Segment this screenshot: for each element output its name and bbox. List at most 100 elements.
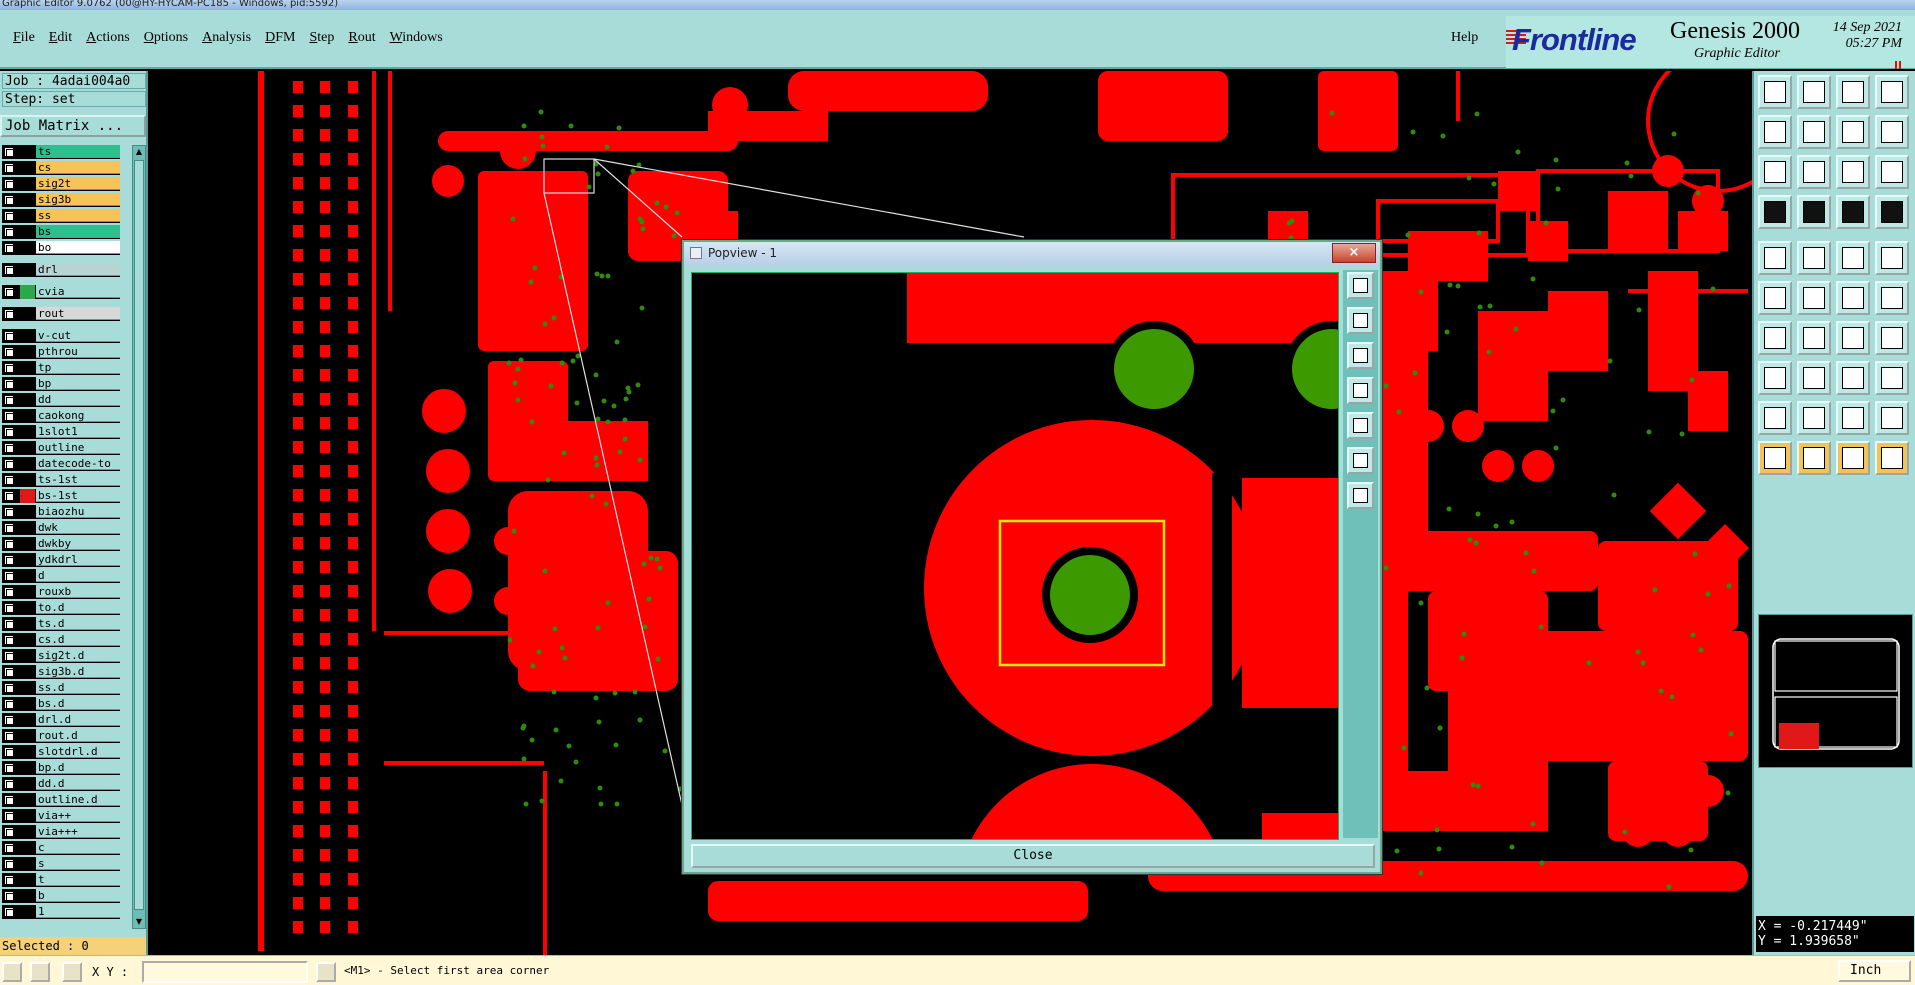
layer-row[interactable]: t bbox=[2, 873, 120, 887]
layer-checkbox[interactable] bbox=[4, 163, 14, 173]
layer-checkbox[interactable] bbox=[4, 731, 14, 741]
popview-right-icon[interactable] bbox=[1347, 412, 1374, 439]
layer-name[interactable]: outline.d bbox=[36, 793, 120, 806]
layer-row[interactable]: ydkdrl bbox=[2, 553, 120, 567]
comp-tool-icon[interactable] bbox=[1875, 361, 1909, 395]
layer-row[interactable]: rouxb bbox=[2, 585, 120, 599]
layer-row[interactable]: pthrou bbox=[2, 345, 120, 359]
layer-row[interactable]: outline bbox=[2, 441, 120, 455]
alert-icon[interactable] bbox=[316, 962, 336, 982]
layer-row[interactable]: sig3b bbox=[2, 193, 120, 207]
layer-checkbox[interactable] bbox=[4, 265, 14, 275]
layer-checkbox[interactable] bbox=[4, 811, 14, 821]
layer-name[interactable]: via++ bbox=[36, 809, 120, 822]
line-tool-icon[interactable] bbox=[1836, 281, 1870, 315]
snap-tool-icon[interactable] bbox=[1758, 241, 1792, 275]
popview-center-icon[interactable] bbox=[1347, 482, 1374, 509]
pause-icon[interactable] bbox=[1895, 61, 1902, 69]
layer-checkbox[interactable] bbox=[4, 875, 14, 885]
layer-name[interactable]: s bbox=[36, 857, 120, 870]
popview-titlebar[interactable]: Popview - 1 bbox=[684, 242, 1380, 266]
layer-row[interactable]: outline.d bbox=[2, 793, 120, 807]
layer-row[interactable]: dwkby bbox=[2, 537, 120, 551]
layer-name[interactable]: cvia bbox=[36, 285, 120, 298]
measure-tool-icon[interactable] bbox=[1758, 155, 1792, 189]
layer-row[interactable]: cs.d bbox=[2, 633, 120, 647]
layer-checkbox[interactable] bbox=[4, 243, 14, 253]
pointer4-tool-icon[interactable] bbox=[1875, 441, 1909, 475]
layer-row[interactable]: c bbox=[2, 841, 120, 855]
layer-checkbox[interactable] bbox=[4, 179, 14, 189]
layer-row[interactable]: 1 bbox=[2, 905, 120, 919]
grid-tool-icon[interactable] bbox=[1836, 241, 1870, 275]
layer-checkbox[interactable] bbox=[4, 475, 14, 485]
split-tool-icon[interactable] bbox=[1875, 115, 1909, 149]
layer-name[interactable]: 1 bbox=[36, 905, 120, 918]
layer-checkbox[interactable] bbox=[4, 571, 14, 581]
popview-zoom-icon[interactable] bbox=[1347, 272, 1374, 299]
layer-checkbox[interactable] bbox=[4, 363, 14, 373]
layer-row[interactable]: datecode-to bbox=[2, 457, 120, 471]
menu-step[interactable]: Step bbox=[302, 30, 341, 46]
layer-checkbox[interactable] bbox=[4, 587, 14, 597]
popview-close-icon[interactable]: × bbox=[1332, 243, 1376, 263]
ff-tool-icon[interactable] bbox=[1875, 321, 1909, 355]
home-tool-icon[interactable] bbox=[1836, 75, 1870, 109]
layer-name[interactable]: ts bbox=[36, 145, 120, 158]
layer-row[interactable]: ss.d bbox=[2, 681, 120, 695]
center-tool-icon[interactable] bbox=[1797, 155, 1831, 189]
layer-name[interactable]: to.d bbox=[36, 601, 120, 614]
fit-tool-icon[interactable] bbox=[1875, 75, 1909, 109]
minus-tool-icon[interactable] bbox=[1797, 361, 1831, 395]
layer-name[interactable]: ts-1st bbox=[36, 473, 120, 486]
cross-tool-icon[interactable] bbox=[1797, 281, 1831, 315]
layer-checkbox[interactable] bbox=[4, 619, 14, 629]
layer-row[interactable]: ts-1st bbox=[2, 473, 120, 487]
layer-row[interactable]: bo bbox=[2, 241, 120, 255]
popview-up-icon[interactable] bbox=[1347, 307, 1374, 334]
layer-checkbox[interactable] bbox=[4, 331, 14, 341]
layer-name[interactable]: v-cut bbox=[36, 329, 120, 342]
layer-checkbox[interactable] bbox=[4, 459, 14, 469]
popview-left-icon[interactable] bbox=[1347, 377, 1374, 404]
layer-checkbox[interactable] bbox=[4, 227, 14, 237]
layer-checkbox[interactable] bbox=[4, 795, 14, 805]
layer-checkbox[interactable] bbox=[4, 907, 14, 917]
layer-checkbox[interactable] bbox=[4, 763, 14, 773]
layer-checkbox[interactable] bbox=[4, 211, 14, 221]
layer-name[interactable]: ss.d bbox=[36, 681, 120, 694]
layer-checkbox[interactable] bbox=[4, 379, 14, 389]
pointer3-tool-icon[interactable] bbox=[1836, 441, 1870, 475]
layer-checkbox[interactable] bbox=[4, 827, 14, 837]
layer-checkbox[interactable] bbox=[4, 539, 14, 549]
layer-checkbox[interactable] bbox=[4, 395, 14, 405]
layer-name[interactable]: bs.d bbox=[36, 697, 120, 710]
select-mode-icon[interactable] bbox=[2, 962, 22, 982]
layer-row[interactable]: bs-1st bbox=[2, 489, 120, 503]
layer-row[interactable]: bp.d bbox=[2, 761, 120, 775]
layer-name[interactable]: via+++ bbox=[36, 825, 120, 838]
layer-checkbox[interactable] bbox=[4, 555, 14, 565]
layer-row[interactable]: via++ bbox=[2, 809, 120, 823]
layer-row[interactable]: bs.d bbox=[2, 697, 120, 711]
layer-row[interactable]: d bbox=[2, 569, 120, 583]
layer-checkbox[interactable] bbox=[4, 195, 14, 205]
layer-name[interactable]: datecode-to bbox=[36, 457, 120, 470]
arc2-tool-icon[interactable] bbox=[1836, 321, 1870, 355]
scroll-down-icon[interactable]: ▼ bbox=[134, 917, 144, 927]
layer-checkbox[interactable] bbox=[4, 347, 14, 357]
redraw-tool-icon[interactable] bbox=[1836, 115, 1870, 149]
menu-edit[interactable]: Edit bbox=[42, 30, 79, 46]
pointer-tool-icon[interactable] bbox=[1758, 441, 1792, 475]
ruler-tool-icon[interactable] bbox=[1797, 195, 1831, 229]
layer-checkbox[interactable] bbox=[4, 779, 14, 789]
menu-actions[interactable]: Actions bbox=[79, 30, 137, 46]
layer-name[interactable]: cs.d bbox=[36, 633, 120, 646]
layer-row[interactable]: dd bbox=[2, 393, 120, 407]
tri3-tool-icon[interactable] bbox=[1836, 401, 1870, 435]
layer-checkbox[interactable] bbox=[4, 747, 14, 757]
pad-tool-icon[interactable] bbox=[1875, 241, 1909, 275]
zoom-tool-icon[interactable] bbox=[1758, 75, 1792, 109]
layer-name[interactable]: drl.d bbox=[36, 713, 120, 726]
draw-tool-icon[interactable] bbox=[1797, 241, 1831, 275]
